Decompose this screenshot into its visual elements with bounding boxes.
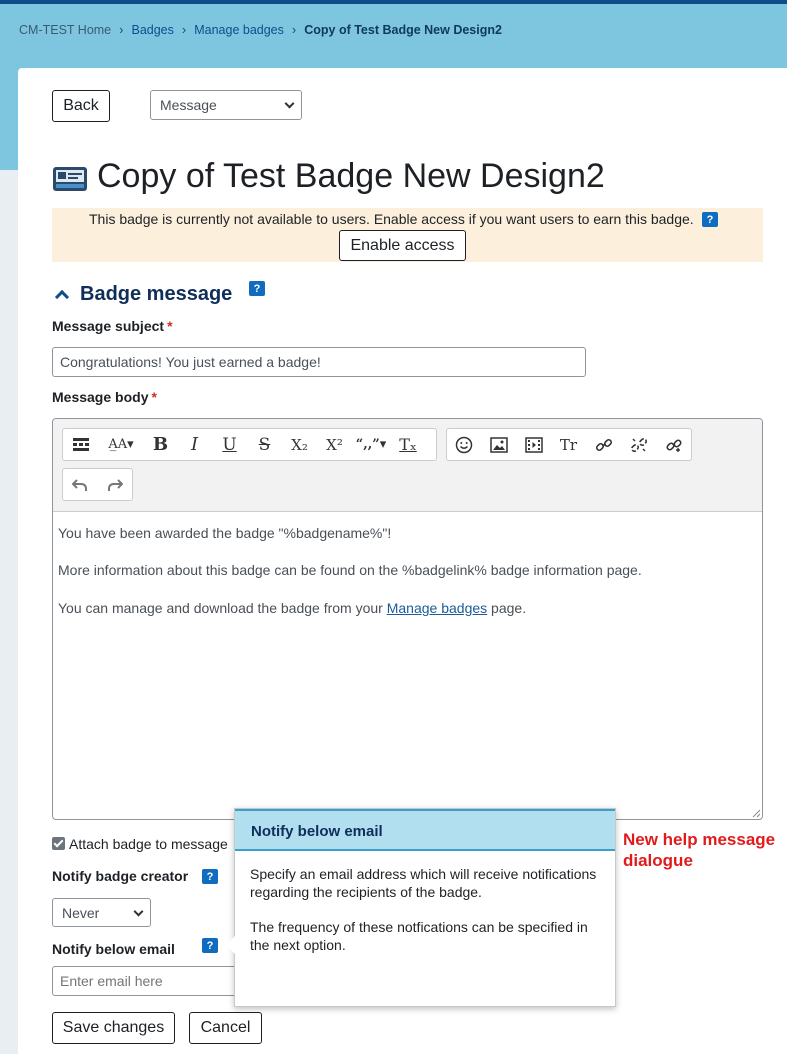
- font-size-icon[interactable]: A̲A▾: [98, 429, 144, 460]
- message-body-editor[interactable]: A̲A▾ B I U S X₂ X² “,,”▾ Tₓ Tr You have …: [52, 418, 763, 820]
- manage-badges-link[interactable]: Manage badges: [387, 600, 487, 616]
- strikethrough-icon[interactable]: S: [247, 429, 282, 460]
- popup-paragraph-2: The frequency of these notfications can …: [250, 919, 588, 953]
- message-subject-input[interactable]: Congratulations! You just earned a badge…: [52, 347, 586, 377]
- availability-notice: This badge is currently not available to…: [52, 208, 763, 262]
- back-button[interactable]: Back: [52, 90, 110, 122]
- notify-email-label: Notify below email: [52, 941, 175, 957]
- notify-email-input[interactable]: [52, 966, 252, 996]
- message-body-label: Message body *: [52, 389, 157, 405]
- toggle-toolbar-icon[interactable]: [63, 429, 98, 460]
- help-icon[interactable]: ?: [249, 281, 265, 296]
- notify-creator-value: Never: [62, 904, 100, 921]
- breadcrumb-separator-icon: ›: [291, 22, 297, 37]
- clear-format-icon[interactable]: Tₓ: [390, 429, 426, 460]
- annotation-line-2: dialogue: [623, 851, 693, 870]
- page-select-value: Message: [160, 97, 217, 113]
- required-icon: *: [151, 389, 157, 405]
- media-icon[interactable]: [516, 429, 551, 460]
- message-subject-value: Congratulations! You just earned a badge…: [60, 354, 321, 370]
- notify-creator-label: Notify badge creator: [52, 868, 189, 884]
- resize-handle-icon[interactable]: [751, 808, 761, 818]
- body-line-3-pre: You can manage and download the badge fr…: [58, 600, 387, 616]
- popup-header: Notify below email: [235, 809, 615, 851]
- toolbar-group-history: [62, 468, 133, 501]
- notify-creator-select[interactable]: Never: [52, 898, 151, 927]
- breadcrumb-badges[interactable]: Badges: [131, 23, 173, 37]
- cancel-button[interactable]: Cancel: [189, 1012, 262, 1044]
- body-line-2: More information about this badge can be…: [58, 562, 642, 578]
- special-link-icon[interactable]: [656, 429, 691, 460]
- toolbar-group-insert: Tr: [446, 428, 692, 461]
- bold-icon[interactable]: B: [144, 429, 177, 460]
- notice-text: This badge is currently not available to…: [89, 211, 694, 227]
- undo-icon[interactable]: [63, 469, 98, 500]
- breadcrumb-manage-badges[interactable]: Manage badges: [194, 23, 284, 37]
- body-line-1: You have been awarded the badge "%badgen…: [58, 525, 392, 541]
- help-icon[interactable]: ?: [202, 869, 218, 884]
- chevron-down-icon: [133, 906, 144, 917]
- link-icon[interactable]: [586, 429, 621, 460]
- help-icon[interactable]: ?: [702, 212, 718, 227]
- breadcrumb-separator-icon: ›: [119, 22, 124, 37]
- breadcrumb-separator-icon: ›: [181, 22, 187, 37]
- section-title-badge-message[interactable]: Badge message: [80, 283, 232, 306]
- italic-icon[interactable]: I: [177, 429, 212, 460]
- text-style-icon[interactable]: Tr: [551, 429, 586, 460]
- body-line-3: You can manage and download the badge fr…: [58, 600, 526, 616]
- redo-icon[interactable]: [98, 469, 133, 500]
- image-icon[interactable]: [481, 429, 516, 460]
- message-subject-label: Message subject *: [52, 318, 173, 334]
- save-changes-button[interactable]: Save changes: [52, 1012, 175, 1044]
- subscript-icon[interactable]: X₂: [282, 429, 317, 460]
- blockquote-icon[interactable]: “,,”▾: [352, 429, 390, 460]
- attach-badge-label: Attach badge to message: [69, 836, 228, 852]
- badge-icon: [53, 167, 87, 191]
- annotation-callout: New help message dialogue: [623, 829, 775, 871]
- message-subject-label-text: Message subject: [52, 318, 165, 334]
- message-body-label-text: Message body: [52, 389, 149, 405]
- chevron-down-icon: [284, 98, 295, 109]
- underline-icon[interactable]: U: [212, 429, 247, 460]
- help-icon[interactable]: ?: [202, 938, 218, 953]
- popup-body: Specify an email address which will rece…: [250, 865, 600, 971]
- toolbar-group-format: A̲A▾ B I U S X₂ X² “,,”▾ Tₓ: [62, 428, 437, 461]
- breadcrumb: CM-TEST Home › Badges › Manage badges › …: [19, 22, 502, 37]
- popup-paragraph-1: Specify an email address which will rece…: [250, 866, 597, 900]
- enable-access-button[interactable]: Enable access: [339, 230, 466, 261]
- attach-badge-checkbox[interactable]: [52, 837, 65, 850]
- superscript-icon[interactable]: X²: [317, 429, 352, 460]
- body-line-3-post: page.: [487, 600, 527, 616]
- emoji-icon[interactable]: [447, 429, 481, 460]
- editor-toolbar: A̲A▾ B I U S X₂ X² “,,”▾ Tₓ Tr: [53, 419, 762, 512]
- popup-pointer: [226, 936, 235, 954]
- breadcrumb-current: Copy of Test Badge New Design2: [304, 22, 502, 37]
- popup-title: Notify below email: [251, 823, 383, 840]
- page-title: Copy of Test Badge New Design2: [97, 157, 605, 195]
- required-icon: *: [167, 318, 173, 334]
- unlink-icon[interactable]: [621, 429, 656, 460]
- page-select[interactable]: Message: [150, 90, 302, 120]
- annotation-line-1: New help message: [623, 830, 776, 849]
- help-popup: Notify below email Specify an email addr…: [226, 808, 616, 1007]
- breadcrumb-home[interactable]: CM-TEST Home: [19, 23, 111, 37]
